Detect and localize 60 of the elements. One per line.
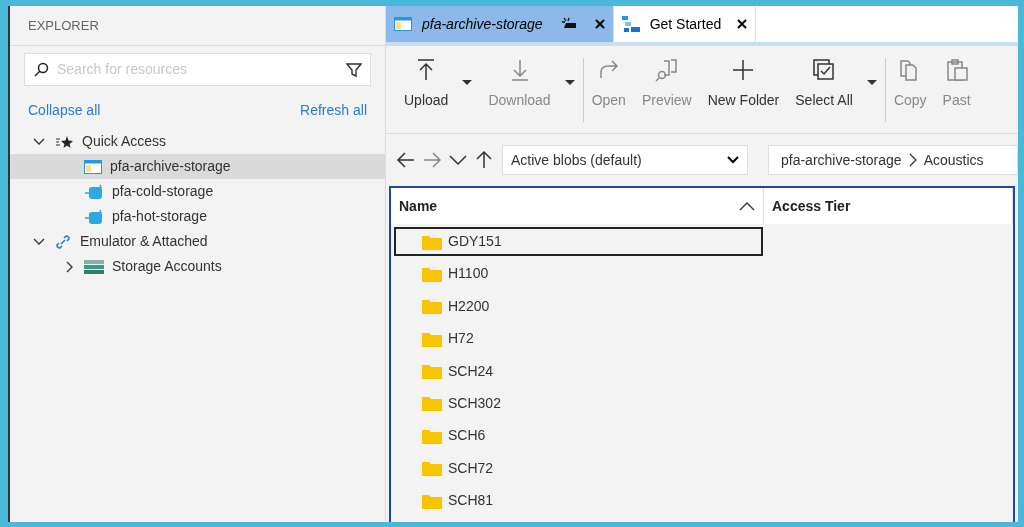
folder-icon [422, 298, 442, 315]
tree-item[interactable]: Quick Access [10, 129, 385, 154]
folder-icon [422, 265, 442, 282]
tab[interactable]: pfa-archive-storage [386, 6, 614, 42]
pin-icon[interactable] [560, 17, 579, 31]
clipboard-icon [944, 58, 969, 82]
table-row[interactable]: SCH24 [394, 356, 763, 386]
chevron-right-icon [907, 152, 918, 168]
tree-item[interactable]: Storage Accounts [10, 254, 385, 279]
table-row[interactable]: SCH72 [394, 453, 763, 483]
folder-icon [422, 492, 442, 509]
folder-icon [422, 363, 442, 380]
folder-icon [422, 233, 442, 250]
back-arrow-icon[interactable] [396, 150, 416, 170]
folder-icon [422, 460, 442, 477]
checked-squares-icon [812, 58, 837, 82]
storage-account-icon [84, 183, 104, 200]
column-header[interactable]: Name [391, 188, 764, 224]
breadcrumb-item[interactable]: pfa-archive-storage [781, 149, 902, 171]
preview-icon [654, 58, 679, 82]
blocks-icon [621, 15, 640, 33]
toolbar-button[interactable]: Select All [787, 58, 885, 122]
close-icon[interactable] [737, 19, 748, 29]
breadcrumb-item[interactable]: Acoustics [923, 149, 984, 171]
table-row[interactable]: SCH6 [394, 421, 763, 451]
table-row[interactable]: SCH302 [394, 388, 763, 418]
window-icon [84, 159, 102, 174]
view-dropdown[interactable]: Active blobs (default) [502, 145, 748, 175]
tree-item[interactable]: pfa-archive-storage [10, 154, 385, 179]
folder-icon [422, 427, 442, 444]
up-arrow-icon[interactable] [474, 150, 494, 170]
tree-item[interactable]: Emulator & Attached [10, 229, 385, 254]
caret-icon[interactable] [462, 80, 473, 86]
table-row[interactable]: GDY151 [394, 227, 763, 256]
table-row[interactable]: SCH81 [394, 486, 763, 516]
collapse-all-link[interactable]: Collapse all [28, 100, 101, 121]
column-header[interactable]: Access Tier [764, 188, 1013, 224]
link-icon [54, 232, 72, 251]
folder-icon [422, 330, 442, 347]
close-icon[interactable] [594, 19, 605, 29]
tree-item[interactable]: pfa-cold-storage [10, 179, 385, 204]
plus-icon [731, 58, 756, 82]
search-icon [33, 61, 49, 78]
chevron-down-icon[interactable] [727, 156, 739, 164]
tree-item[interactable]: pfa-hot-storage [10, 204, 385, 229]
toolbar-button[interactable]: New Folder [699, 58, 788, 122]
window-icon [394, 17, 412, 31]
table-row[interactable]: H72 [394, 324, 763, 354]
filter-icon[interactable] [346, 61, 362, 78]
table-row[interactable]: H1100 [394, 259, 763, 289]
storage-account-icon [84, 208, 104, 225]
table-row[interactable]: H2200 [394, 291, 763, 321]
stacked-bars-icon [84, 259, 104, 274]
refresh-all-link[interactable]: Refresh all [300, 100, 367, 121]
panel-title: EXPLORER [10, 6, 385, 46]
sort-up-icon[interactable] [739, 201, 755, 211]
star-list-icon [54, 134, 74, 149]
caret-icon[interactable] [866, 80, 877, 86]
toolbar-button[interactable]: Upload [396, 58, 481, 122]
folder-icon [422, 395, 442, 412]
